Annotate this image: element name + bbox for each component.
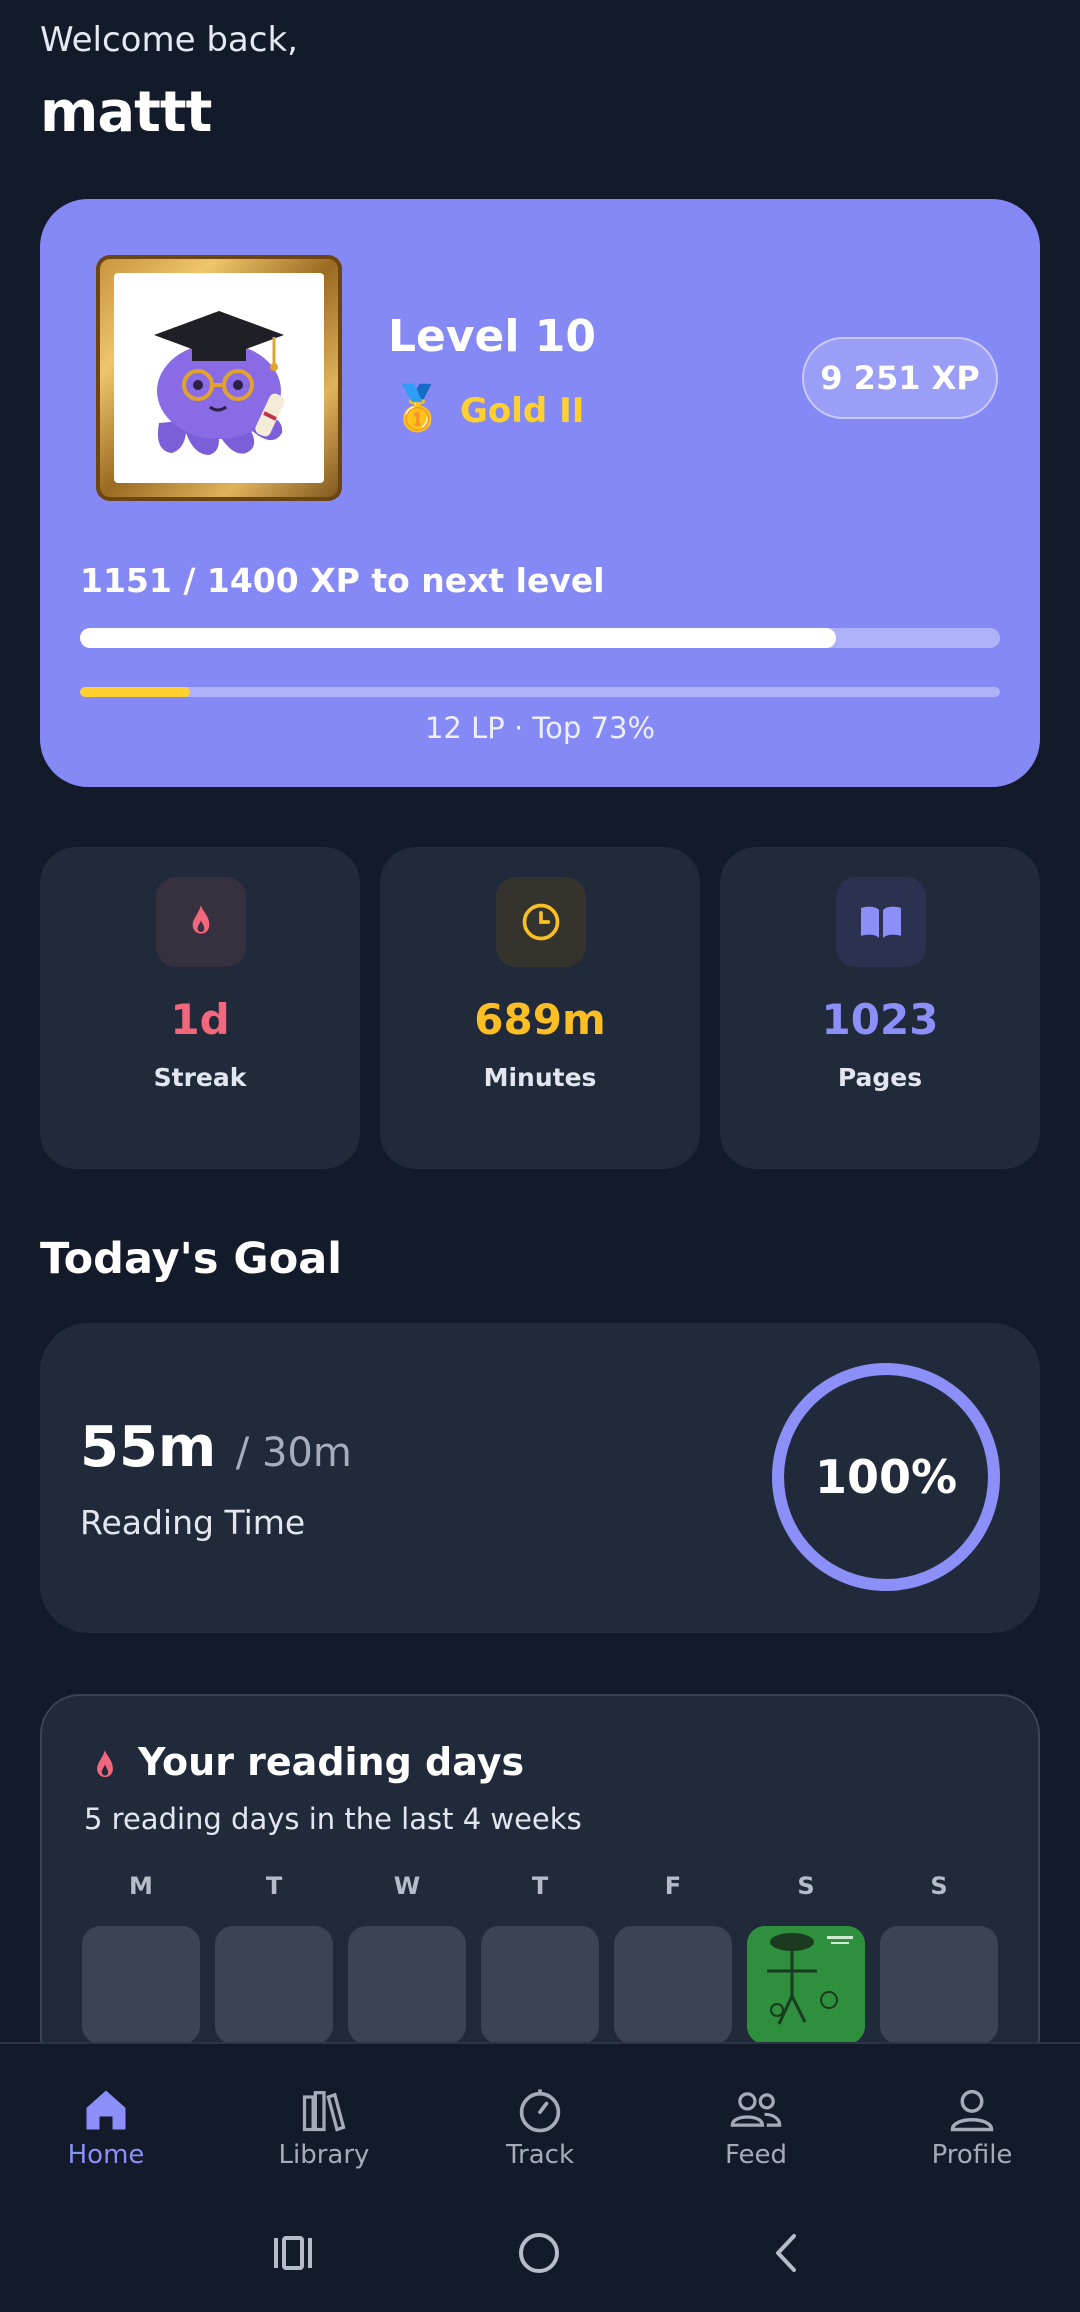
goal-value: 55m / 30m xyxy=(80,1415,352,1480)
total-xp-badge: 9 251 XP xyxy=(802,337,998,419)
recent-apps-icon[interactable] xyxy=(270,2230,316,2276)
nav-label: Home xyxy=(67,2140,145,2170)
graduate-octopus-avatar xyxy=(114,273,324,483)
day-cell[interactable] xyxy=(880,1926,998,2044)
weekday-label: T xyxy=(531,1872,549,1900)
lp-rank-text: 12 LP · Top 73% xyxy=(424,711,656,745)
goal-card[interactable]: 55m / 30m Reading Time 100% xyxy=(40,1323,1040,1633)
day-cell[interactable] xyxy=(614,1926,732,2044)
nav-label: Track xyxy=(505,2140,575,2170)
nav-label: Profile xyxy=(931,2140,1013,2170)
avatar-frame[interactable] xyxy=(96,255,342,501)
goal-heading: Today's Goal xyxy=(40,1234,342,1284)
weekday-label: M xyxy=(129,1872,153,1900)
home-system-icon[interactable] xyxy=(516,2230,562,2276)
xp-progress-bar xyxy=(80,628,1000,648)
nav-track[interactable]: Track xyxy=(450,2084,630,2194)
level-card[interactable]: Level 10 🥇 Gold II 9 251 XP 1151 / 1400 … xyxy=(40,199,1040,787)
reading-days-subtitle: 5 reading days in the last 4 weeks xyxy=(84,1802,582,1836)
goal-label: Reading Time xyxy=(80,1503,306,1542)
weekday-label: S xyxy=(797,1872,815,1900)
lp-progress-bar xyxy=(80,687,1000,697)
rank-name: Gold II xyxy=(460,391,585,431)
weekday-label: T xyxy=(265,1872,283,1900)
flame-icon xyxy=(156,877,246,967)
nav-feed[interactable]: Feed xyxy=(666,2084,846,2194)
people-icon xyxy=(730,2092,782,2127)
stat-card-pages[interactable]: 1023 Pages xyxy=(720,847,1040,1169)
goal-target: / 30m xyxy=(235,1430,352,1476)
xp-progress-fill xyxy=(80,628,837,648)
day-cell[interactable] xyxy=(82,1926,200,2044)
person-icon xyxy=(950,2089,994,2132)
stat-label: Pages xyxy=(837,1063,923,1092)
day-cell[interactable] xyxy=(481,1926,599,2044)
nav-label: Library xyxy=(278,2140,370,2170)
nav-label: Feed xyxy=(724,2140,788,2170)
timer-icon xyxy=(519,2089,561,2133)
weekday-label: S xyxy=(930,1872,948,1900)
stat-label: Minutes xyxy=(483,1063,597,1092)
day-cell-book-cover[interactable] xyxy=(747,1926,865,2044)
stat-card-streak[interactable]: 1d Streak xyxy=(40,847,360,1169)
username: mattt xyxy=(40,80,212,145)
medal-icon: 🥇 xyxy=(390,383,445,434)
goal-current: 55m xyxy=(80,1415,217,1480)
back-icon[interactable] xyxy=(764,2230,810,2276)
lp-progress-fill xyxy=(80,687,191,697)
day-cell[interactable] xyxy=(348,1926,466,2044)
day-cell[interactable] xyxy=(215,1926,333,2044)
weekday-label: W xyxy=(393,1872,421,1900)
weekday-label: F xyxy=(664,1872,682,1900)
stat-label: Streak xyxy=(153,1063,247,1092)
stat-value: 1d xyxy=(170,995,230,1044)
level-title: Level 10 xyxy=(388,311,597,362)
stat-value: 1023 xyxy=(821,995,939,1044)
clock-icon xyxy=(496,877,586,967)
system-nav-bar xyxy=(0,2200,1080,2312)
library-icon xyxy=(302,2091,346,2132)
xp-progress-text: 1151 / 1400 XP to next level xyxy=(80,561,605,600)
nav-library[interactable]: Library xyxy=(234,2084,414,2194)
stat-card-minutes[interactable]: 689m Minutes xyxy=(380,847,700,1169)
book-icon xyxy=(836,877,926,967)
reading-days-title: Your reading days xyxy=(138,1740,525,1784)
goal-percent: 100% xyxy=(814,1450,958,1504)
nav-profile[interactable]: Profile xyxy=(882,2084,1062,2194)
flame-icon xyxy=(86,1746,124,1790)
stat-value: 689m xyxy=(474,995,606,1044)
nav-home[interactable]: Home xyxy=(16,2084,196,2194)
home-icon xyxy=(86,2090,126,2130)
welcome-text: Welcome back, xyxy=(40,20,298,60)
